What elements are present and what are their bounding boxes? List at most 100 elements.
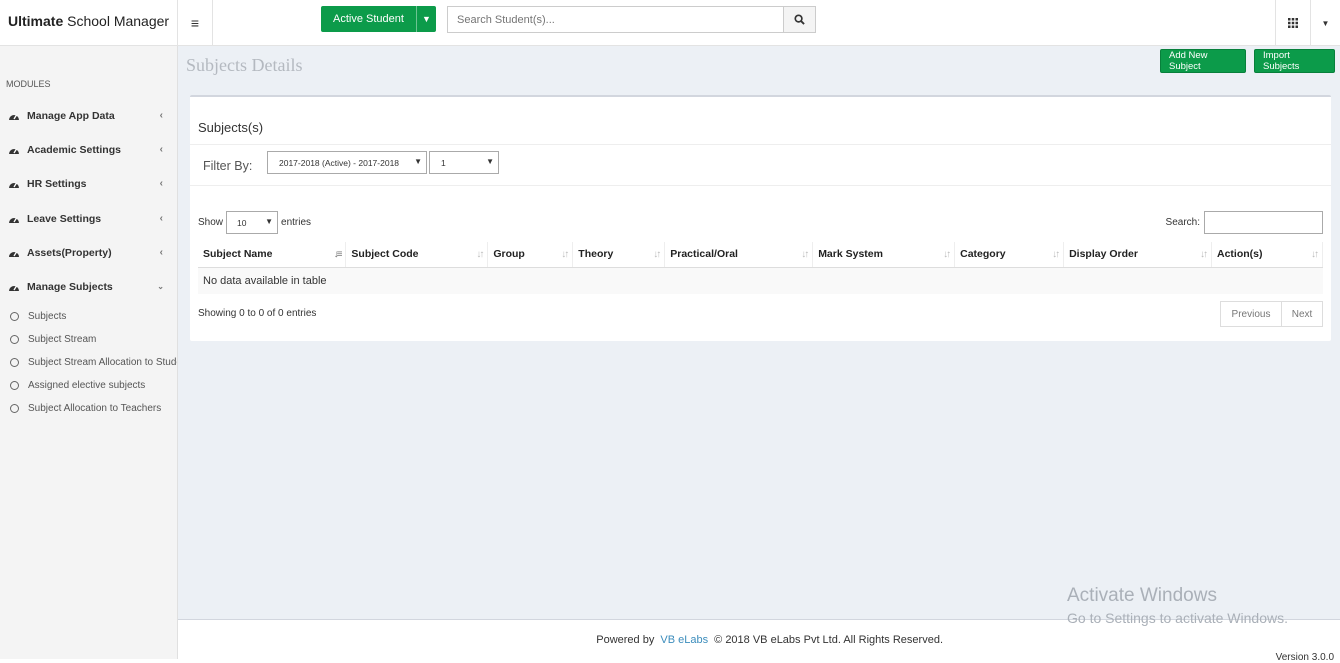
entries-select[interactable]: 10 ▼: [226, 211, 279, 234]
class-select[interactable]: 1 ▼: [429, 151, 499, 174]
submenu-item-teacher-allocation[interactable]: Subject Allocation to Teachers: [0, 397, 177, 420]
column-header-label: Subject Code: [351, 248, 419, 261]
submenu-item-label: Subject Allocation to Teachers: [28, 403, 162, 414]
column-header-label: Action(s): [1216, 248, 1263, 261]
caret-down-icon[interactable]: ▼: [416, 6, 436, 32]
sort-icon: ↓↑: [653, 249, 661, 260]
import-subjects-button[interactable]: Import Subjects: [1254, 49, 1335, 73]
column-header[interactable]: Subject Name ↓≡: [198, 242, 347, 268]
chevron-left-icon: ‹: [159, 247, 163, 258]
sidebar-item-label: Assets(Property): [27, 247, 112, 259]
search-button[interactable]: [784, 6, 816, 33]
column-header[interactable]: Action(s) ↓↑: [1211, 242, 1324, 268]
sort-icon: ↓↑: [476, 249, 484, 260]
sidebar-item-manage-subjects[interactable]: Manage Subjects ⌄: [0, 270, 177, 304]
column-header[interactable]: Group ↓↑: [487, 242, 574, 268]
submenu-item-label: Assigned elective subjects: [28, 380, 146, 391]
circle-icon: [10, 358, 19, 367]
show-label: Show: [198, 217, 224, 228]
search-label: Search:: [1165, 217, 1200, 228]
student-search-input[interactable]: [447, 6, 784, 33]
column-header-label: Theory: [578, 248, 614, 261]
dashboard-icon: [8, 247, 21, 260]
chevron-left-icon: ‹: [159, 178, 163, 189]
entries-length: Show 10 ▼ entries: [198, 211, 311, 234]
column-header-label: Mark System: [818, 248, 883, 261]
session-select[interactable]: 2017-2018 (Active) - 2017-2018 ▼: [267, 151, 427, 174]
caret-down-icon: ▼: [265, 217, 274, 226]
column-header-label: Category: [960, 248, 1006, 261]
sidebar-toggle-button[interactable]: ≡: [178, 0, 213, 46]
column-header-label: Subject Name: [203, 248, 273, 261]
sort-icon: ↓↑: [1052, 249, 1060, 260]
circle-icon: [10, 381, 19, 390]
user-menu-button[interactable]: ▼: [1310, 0, 1340, 46]
activation-watermark-subtitle: Go to Settings to activate Windows.: [1067, 610, 1288, 626]
table-search-input[interactable]: [1204, 211, 1323, 234]
active-student-dropdown[interactable]: Active Student ▼: [321, 6, 436, 32]
sidebar: MODULES Manage App Data ‹ Academic Setti…: [0, 46, 178, 659]
caret-down-icon: ▼: [486, 157, 494, 166]
activation-watermark-title: Activate Windows: [1067, 585, 1217, 606]
sort-asc-icon: ↓≡: [333, 249, 343, 260]
empty-table-message: No data available in table: [198, 267, 1323, 294]
add-new-subject-button[interactable]: Add New Subject: [1160, 49, 1246, 73]
column-header[interactable]: Category ↓↑: [954, 242, 1065, 268]
column-header[interactable]: Display Order ↓↑: [1063, 242, 1212, 268]
submenu-item-label: Subjects: [28, 311, 67, 322]
submenu-item-subjects[interactable]: Subjects: [0, 305, 177, 328]
filter-bar: Filter By: 2017-2018 (Active) - 2017-201…: [190, 144, 1331, 186]
apps-grid-button[interactable]: [1275, 0, 1310, 46]
class-select-value: 1: [441, 157, 446, 168]
column-header[interactable]: Mark System ↓↑: [812, 242, 956, 268]
student-search: [447, 6, 816, 33]
column-header[interactable]: Theory ↓↑: [572, 242, 666, 268]
column-header[interactable]: Subject Code ↓↑: [345, 242, 489, 268]
sidebar-item-leave-settings[interactable]: Leave Settings ‹: [0, 202, 177, 236]
modules-header: MODULES: [6, 79, 51, 89]
active-student-label: Active Student: [333, 13, 404, 25]
session-select-value: 2017-2018 (Active) - 2017-2018: [279, 157, 400, 168]
hamburger-icon: ≡: [190, 15, 200, 31]
table-row: No data available in table: [198, 267, 1323, 294]
sidebar-item-hr-settings[interactable]: HR Settings ‹: [0, 167, 177, 201]
caret-down-icon: ▼: [414, 157, 422, 166]
sidebar-item-label: Leave Settings: [27, 213, 102, 225]
next-page-button[interactable]: Next: [1282, 301, 1323, 327]
app-logo[interactable]: Ultimate School Manager: [0, 0, 178, 46]
subjects-panel: Subjects(s) Filter By: 2017-2018 (Active…: [190, 95, 1331, 341]
sort-icon: ↓↑: [1311, 249, 1319, 260]
sort-icon: ↓↑: [943, 249, 951, 260]
grid-icon: [1288, 18, 1298, 28]
dashboard-icon: [8, 213, 21, 226]
dashboard-icon: [8, 178, 21, 191]
company-link[interactable]: VB eLabs: [660, 634, 708, 646]
entries-label: entries: [281, 217, 312, 228]
search-icon: [794, 14, 805, 25]
main-content: Subjects Details Add New Subject Import …: [178, 46, 1340, 619]
sidebar-item-manage-app-data[interactable]: Manage App Data ‹: [0, 99, 177, 133]
chevron-left-icon: ‹: [159, 144, 163, 155]
dashboard-icon: [8, 144, 21, 157]
caret-down-icon: ▼: [1321, 18, 1330, 28]
previous-page-button[interactable]: Previous: [1220, 301, 1282, 327]
page-title: Subjects Details: [186, 55, 303, 75]
column-header-label: Practical/Oral: [670, 248, 738, 261]
sidebar-item-academic-settings[interactable]: Academic Settings ‹: [0, 133, 177, 167]
circle-icon: [10, 335, 19, 344]
chevron-left-icon: ‹: [159, 110, 163, 121]
copyright-text: © 2018 VB eLabs Pvt Ltd. All Rights Rese…: [714, 634, 943, 646]
submenu-item-assigned-elective[interactable]: Assigned elective subjects: [0, 374, 177, 397]
submenu-item-subject-stream[interactable]: Subject Stream: [0, 328, 177, 351]
sidebar-item-assets[interactable]: Assets(Property) ‹: [0, 236, 177, 270]
circle-icon: [10, 312, 19, 321]
submenu-item-label: Subject Stream: [28, 334, 97, 345]
column-header[interactable]: Practical/Oral ↓↑: [664, 242, 814, 268]
brand-bold: Ultimate: [8, 13, 64, 29]
version-text: Version 3.0.0: [1275, 652, 1334, 663]
sidebar-item-label: HR Settings: [27, 178, 87, 190]
chevron-down-icon: ⌄: [157, 282, 164, 291]
submenu-item-stream-allocation[interactable]: Subject Stream Allocation to Students: [0, 351, 177, 374]
subjects-table: Subject Name ↓≡ Subject Code ↓↑ Group ↓↑ Th…: [198, 242, 1324, 294]
submenu-item-label: Subject Stream Allocation to Students: [28, 357, 177, 368]
